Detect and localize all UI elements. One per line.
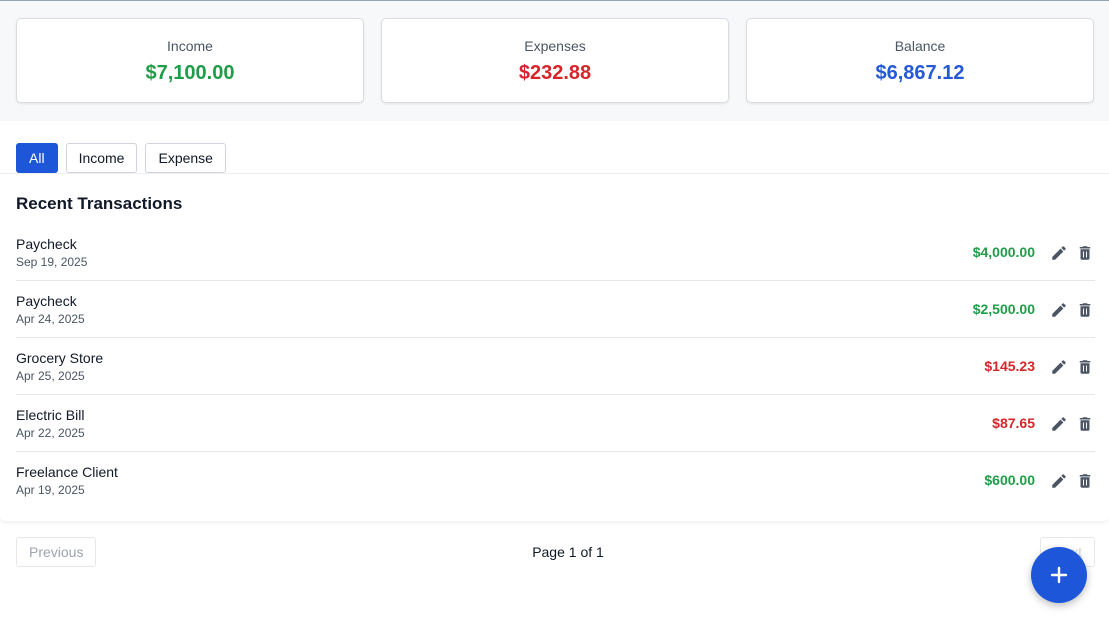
filter-income-button[interactable]: Income: [65, 143, 138, 173]
transaction-row: Electric Bill Apr 22, 2025 $87.65: [16, 395, 1095, 452]
edit-button[interactable]: [1049, 357, 1069, 377]
transaction-amount: $145.23: [984, 358, 1035, 374]
transaction-name: Grocery Store: [16, 350, 104, 366]
expenses-label: Expenses: [524, 38, 586, 54]
transaction-name: Paycheck: [16, 293, 77, 309]
plus-icon: [1050, 566, 1068, 584]
pencil-icon: [1052, 246, 1066, 260]
transaction-date: Apr 25, 2025: [16, 369, 85, 383]
delete-button[interactable]: [1075, 414, 1095, 434]
balance-card: Balance $6,867.12: [746, 18, 1094, 103]
income-value: $7,100.00: [145, 62, 235, 84]
transaction-name: Paycheck: [16, 236, 77, 252]
filter-expense-button[interactable]: Expense: [145, 143, 226, 173]
transaction-name: Freelance Client: [16, 464, 118, 480]
balance-value: $6,867.12: [875, 62, 965, 84]
income-label: Income: [167, 38, 213, 54]
delete-button[interactable]: [1075, 300, 1095, 320]
transaction-row: Freelance Client Apr 19, 2025 $600.00: [16, 452, 1095, 509]
edit-button[interactable]: [1049, 300, 1069, 320]
transactions-title: Recent Transactions: [16, 194, 183, 213]
balance-label: Balance: [894, 38, 946, 54]
transaction-date: Apr 19, 2025: [16, 483, 85, 497]
summary-section: Income $7,100.00 Expenses $232.88 Balanc…: [0, 0, 1109, 121]
transaction-date: Sep 19, 2025: [16, 255, 88, 269]
trash-icon: [1079, 417, 1091, 431]
transaction-row: Paycheck Sep 19, 2025 $4,000.00: [16, 224, 1095, 281]
transaction-name: Electric Bill: [16, 407, 85, 423]
transactions-list: Paycheck Sep 19, 2025 $4,000.00 Paycheck…: [16, 224, 1095, 509]
pencil-icon: [1052, 303, 1066, 317]
transactions-panel: Recent Transactions Paycheck Sep 19, 202…: [0, 173, 1109, 521]
edit-button[interactable]: [1049, 471, 1069, 491]
transaction-amount: $4,000.00: [972, 244, 1035, 260]
pencil-icon: [1052, 474, 1066, 488]
expenses-value: $232.88: [518, 62, 592, 84]
edit-button[interactable]: [1049, 414, 1069, 434]
trash-icon: [1079, 303, 1091, 317]
filter-all-button[interactable]: All: [16, 143, 58, 173]
transaction-date: Apr 24, 2025: [16, 312, 85, 326]
edit-button[interactable]: [1049, 243, 1069, 263]
transaction-amount: $2,500.00: [972, 301, 1035, 317]
trash-icon: [1079, 360, 1091, 374]
delete-button[interactable]: [1075, 243, 1095, 263]
pencil-icon: [1052, 417, 1066, 431]
transaction-amount: $600.00: [984, 472, 1035, 488]
delete-button[interactable]: [1075, 471, 1095, 491]
trash-icon: [1079, 246, 1091, 260]
transaction-row: Paycheck Apr 24, 2025 $2,500.00: [16, 281, 1095, 338]
transaction-row: Grocery Store Apr 25, 2025 $145.23: [16, 338, 1095, 395]
delete-button[interactable]: [1075, 357, 1095, 377]
filter-bar: All Income Expense: [16, 143, 226, 173]
transaction-amount: $87.65: [992, 415, 1035, 431]
expenses-card: Expenses $232.88: [381, 18, 729, 103]
pencil-icon: [1052, 360, 1066, 374]
income-card: Income $7,100.00: [16, 18, 364, 103]
trash-icon: [1079, 474, 1091, 488]
transaction-date: Apr 22, 2025: [16, 426, 85, 440]
page-indicator: Page 1 of 1: [532, 544, 604, 560]
add-transaction-button[interactable]: [1031, 547, 1087, 603]
finance-tracker-page: Income $7,100.00 Expenses $232.88 Balanc…: [0, 0, 1109, 621]
